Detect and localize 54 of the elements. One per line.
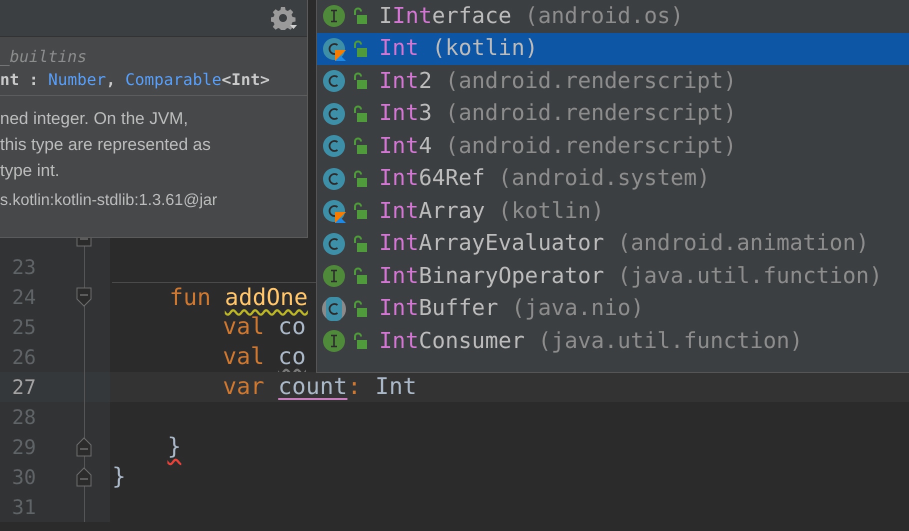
open-lock-icon <box>353 170 367 188</box>
settings-icon[interactable] <box>271 6 297 30</box>
code-token: var <box>222 374 266 400</box>
open-lock-icon <box>353 300 367 318</box>
suggestion-text: IntBuffer (java.nio) <box>379 296 644 322</box>
code-token: } <box>167 434 182 460</box>
open-lock-icon <box>353 72 367 90</box>
library-path: s.kotlin:kotlin-stdlib:1.3.61@jar <box>0 192 218 210</box>
code-token: fun <box>169 284 212 310</box>
completion-item[interactable]: IntArrayEvaluator (android.animation) <box>317 228 909 260</box>
line-number: 27 <box>11 375 38 399</box>
completion-item[interactable]: IntBinaryOperator (java.util.function) <box>317 260 909 292</box>
open-lock-icon <box>353 137 367 156</box>
suggestion-text: IInterface (android.os) <box>379 4 684 29</box>
suggestion-text: IntArrayEvaluator (android.animation) <box>379 231 870 256</box>
open-lock-icon <box>353 202 367 220</box>
code-token: addOne <box>224 284 308 310</box>
declaration-signature: nt : Number, Comparable<Int> <box>0 70 271 89</box>
description-text: ned integer. On the JVM, this type are represented as type int. <box>0 108 212 182</box>
suggestion-text: IntBinaryOperator (java.util.function) <box>379 264 882 289</box>
completion-item[interactable]: Int3 (android.renderscript) <box>317 98 909 130</box>
fold-marker-icon[interactable] <box>76 437 92 457</box>
open-lock-icon <box>353 104 367 123</box>
completion-item[interactable]: IntArray (kotlin) <box>317 195 909 228</box>
code-token: co <box>278 314 306 340</box>
open-lock-icon <box>353 267 367 286</box>
suggestion-text: Int2 (android.renderscript) <box>379 68 737 94</box>
fold-marker-icon[interactable] <box>76 467 92 487</box>
completion-item[interactable]: Int2 (android.renderscript) <box>317 65 909 98</box>
open-lock-icon <box>353 40 367 58</box>
module-name: _builtins <box>0 47 87 66</box>
code-token: } <box>112 464 126 490</box>
code-token: Int <box>375 374 417 400</box>
code-token: val <box>222 344 266 370</box>
code-token: : <box>347 374 362 400</box>
completion-item[interactable]: IInterface (android.os) <box>317 0 909 32</box>
code-token: count <box>278 374 348 400</box>
suggestion-text: Int4 (android.renderscript) <box>379 134 737 159</box>
suggestion-text: Int64Ref (android.system) <box>379 166 710 192</box>
suggestion-text: IntConsumer (java.util.function) <box>379 328 803 354</box>
suggestion-text: IntArray (kotlin) <box>379 198 604 224</box>
completion-item[interactable]: Int4 (android.renderscript) <box>317 130 909 162</box>
suggestion-text: Int (kotlin) <box>379 36 538 62</box>
code-token: co <box>278 344 306 370</box>
open-lock-icon <box>353 7 367 26</box>
fold-marker-icon[interactable] <box>76 287 92 307</box>
completion-item[interactable]: Int64Ref (android.system) <box>317 162 909 195</box>
completion-item[interactable]: IntBuffer (java.nio) <box>317 292 909 325</box>
completion-item[interactable]: IntConsumer (java.util.function) <box>317 325 909 358</box>
completion-item[interactable]: Int (kotlin) <box>317 32 909 65</box>
code-token: val <box>222 314 266 340</box>
suggestion-text: Int3 (android.renderscript) <box>379 101 737 126</box>
open-lock-icon <box>353 332 367 350</box>
open-lock-icon <box>353 234 367 253</box>
